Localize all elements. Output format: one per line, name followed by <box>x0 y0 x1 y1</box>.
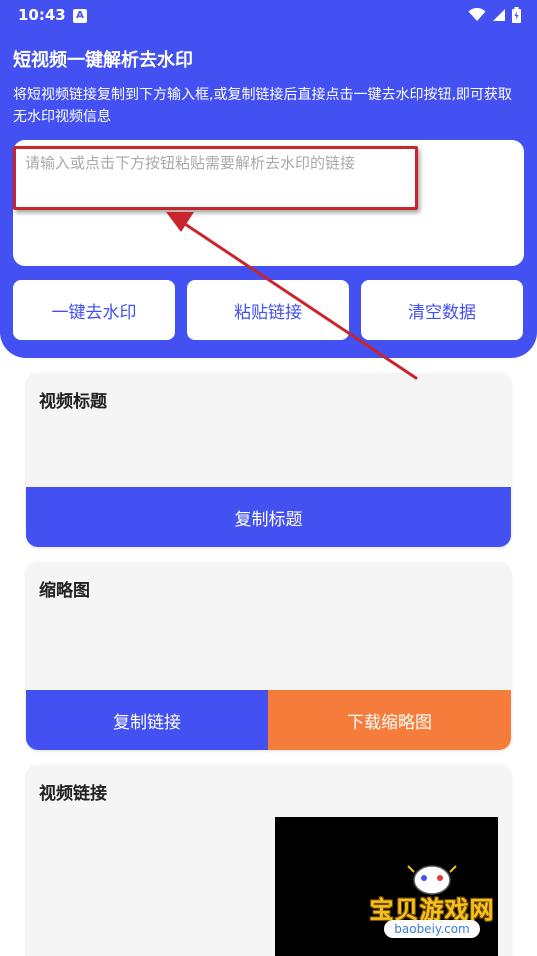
instructions-text: 将短视频链接复制到下方输入框,或复制链接后直接点击一键去水印按钮,即可获取无水印… <box>13 87 512 125</box>
download-thumbnail-button[interactable]: 下载缩略图 <box>268 690 511 750</box>
page-title: 短视频一键解析去水印 <box>13 50 193 71</box>
video-title-card: 视频标题 复制标题 <box>26 373 511 547</box>
copy-title-button[interactable]: 复制标题 <box>26 487 511 547</box>
remove-watermark-button[interactable]: 一键去水印 <box>13 280 175 340</box>
annotation-highlight-box <box>13 146 418 210</box>
status-bar: 10:43 A <box>0 0 537 32</box>
thumbnail-card: 缩略图 复制链接 下载缩略图 <box>26 562 511 750</box>
video-title-label: 视频标题 <box>39 392 107 412</box>
signal-icon <box>493 9 505 21</box>
video-link-label: 视频链接 <box>39 784 107 804</box>
paste-link-button[interactable]: 粘贴链接 <box>187 280 349 340</box>
copy-link-button[interactable]: 复制链接 <box>26 690 268 750</box>
thumbnail-label: 缩略图 <box>39 581 90 601</box>
status-time: 10:43 <box>18 6 66 24</box>
watermark-site-url: baobeiy.com <box>384 920 480 938</box>
notification-icon: A <box>73 9 87 23</box>
site-watermark: 宝贝游戏网 baobeiy.com <box>362 860 502 956</box>
battery-icon <box>512 7 521 23</box>
wifi-icon <box>468 8 486 21</box>
action-button-row: 一键去水印 粘贴链接 清空数据 <box>13 280 524 340</box>
clear-data-button[interactable]: 清空数据 <box>361 280 523 340</box>
status-icons <box>468 7 521 23</box>
